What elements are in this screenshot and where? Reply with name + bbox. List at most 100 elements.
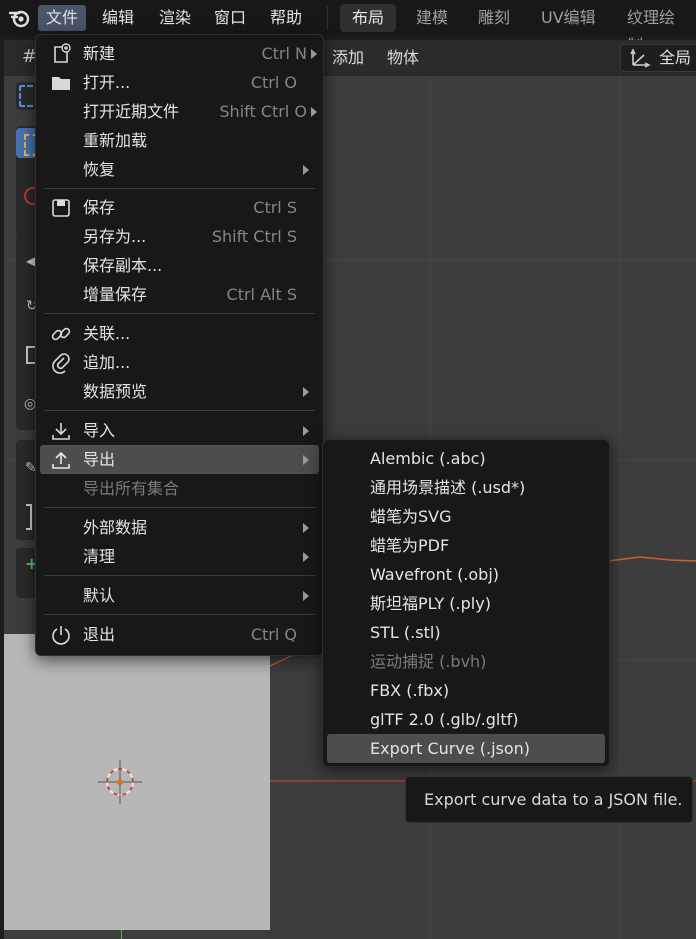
- menu-item-import[interactable]: 导入: [40, 416, 319, 445]
- tooltip: Export curve data to a JSON file.: [405, 776, 693, 823]
- menu-render[interactable]: 渲染: [151, 5, 199, 31]
- menu-item-open[interactable]: 打开... Ctrl O: [40, 68, 319, 97]
- shortcut-text: Shift Ctrl S: [211, 227, 297, 246]
- menu-item-save-as[interactable]: 另存为... Shift Ctrl S: [40, 222, 319, 251]
- menu-item-label: 重新加载: [83, 131, 148, 150]
- export-gltf[interactable]: glTF 2.0 (.glb/.gltf): [327, 705, 605, 734]
- import-icon: [52, 423, 70, 440]
- export-wavefront-obj[interactable]: Wavefront (.obj): [327, 560, 605, 589]
- menu-item-label: 导出: [83, 450, 116, 469]
- blender-logo-icon[interactable]: [8, 7, 32, 29]
- menu-item-label: 导出所有集合: [83, 479, 180, 498]
- export-icon: [52, 451, 70, 469]
- export-bvh: 运动捕捉 (.bvh): [327, 647, 605, 676]
- menu-item-label: 斯坦福PLY (.ply): [370, 594, 491, 613]
- ruler-icon: [26, 504, 32, 530]
- menu-item-save[interactable]: 保存 Ctrl S: [40, 193, 319, 222]
- menu-separator: [44, 188, 315, 189]
- menu-separator: [44, 507, 315, 508]
- tab-uv-editing[interactable]: UV编辑: [529, 4, 608, 32]
- submenu-arrow-icon: [303, 165, 309, 175]
- export-grease-pencil-svg[interactable]: 蜡笔为SVG: [327, 502, 605, 531]
- tab-sculpting[interactable]: 雕刻: [466, 4, 522, 32]
- submenu-arrow-icon: [311, 49, 317, 59]
- menu-item-label: STL (.stl): [370, 623, 441, 642]
- menu-item-save-incremental[interactable]: 增量保存 Ctrl Alt S: [40, 280, 319, 309]
- menu-item-new[interactable]: 新建 Ctrl N: [40, 39, 319, 68]
- append-icon: [52, 353, 70, 374]
- submenu-arrow-icon: [303, 523, 309, 533]
- menu-item-label: 数据预览: [83, 382, 148, 401]
- menu-item-label: 追加...: [83, 353, 131, 372]
- menu-item-open-recent[interactable]: 打开近期文件 Shift Ctrl O: [40, 97, 319, 126]
- menu-item-quit[interactable]: 退出 Ctrl Q: [40, 620, 319, 649]
- menu-item-recover[interactable]: 恢复: [40, 155, 319, 184]
- save-icon: [52, 199, 70, 217]
- menu-item-label: 保存副本...: [83, 256, 163, 275]
- menu-separator: [44, 410, 315, 411]
- submenu-arrow-icon: [311, 107, 317, 117]
- menu-edit[interactable]: 编辑: [94, 5, 142, 31]
- menu-item-export-all-collections: 导出所有集合: [40, 474, 319, 503]
- menu-item-external-data[interactable]: 外部数据: [40, 513, 319, 542]
- menu-item-label: 打开近期文件: [83, 102, 180, 121]
- menu-item-label: 蜡笔为PDF: [370, 536, 450, 555]
- submenu-arrow-icon: [303, 455, 309, 465]
- menu-divider: [327, 6, 328, 30]
- menu-file[interactable]: 文件: [38, 5, 87, 31]
- menu-item-label: 蜡笔为SVG: [370, 507, 452, 526]
- export-stl[interactable]: STL (.stl): [327, 618, 605, 647]
- file-menu-dropdown: 新建 Ctrl N 打开... Ctrl O 打开近期文件 Shift Ctrl…: [35, 34, 324, 656]
- shortcut-text: Ctrl N: [261, 44, 307, 63]
- menu-item-defaults[interactable]: 默认: [40, 581, 319, 610]
- menu-item-data-previews[interactable]: 数据预览: [40, 377, 319, 406]
- shortcut-text: Ctrl Alt S: [226, 285, 297, 304]
- menu-item-label: 导入: [83, 421, 116, 440]
- menu-window[interactable]: 窗口: [206, 5, 254, 31]
- menu-item-label: 新建: [83, 44, 116, 63]
- export-grease-pencil-pdf[interactable]: 蜡笔为PDF: [327, 531, 605, 560]
- tab-layout[interactable]: 布局: [340, 4, 397, 32]
- camera-view-panel[interactable]: [4, 634, 270, 930]
- export-curve-json[interactable]: Export Curve (.json): [327, 734, 605, 763]
- menu-item-label: 退出: [83, 625, 116, 644]
- menu-item-label: 清理: [83, 547, 116, 566]
- shortcut-text: Ctrl O: [250, 73, 297, 92]
- new-file-icon: [54, 43, 71, 63]
- 3d-cursor-icon: [98, 760, 142, 804]
- menu-item-export[interactable]: 导出: [40, 445, 319, 474]
- menu-item-append[interactable]: 追加...: [40, 348, 319, 377]
- menu-item-label: 另存为...: [83, 227, 147, 246]
- tab-texture-paint[interactable]: 纹理绘制: [615, 4, 696, 55]
- menu-item-save-copy[interactable]: 保存副本...: [40, 251, 319, 280]
- tab-modeling[interactable]: 建模: [404, 4, 460, 32]
- menu-item-label: glTF 2.0 (.glb/.gltf): [370, 710, 519, 729]
- menu-item-revert[interactable]: 重新加载: [40, 126, 319, 155]
- export-stanford-ply[interactable]: 斯坦福PLY (.ply): [327, 589, 605, 618]
- submenu-arrow-icon: [303, 387, 309, 397]
- menu-item-link[interactable]: 关联...: [40, 319, 319, 348]
- menu-help[interactable]: 帮助: [262, 5, 310, 31]
- menu-separator: [44, 313, 315, 314]
- menu-item-label: 运动捕捉 (.bvh): [370, 652, 487, 671]
- link-icon: [51, 327, 71, 341]
- shortcut-text: Ctrl S: [253, 198, 297, 217]
- export-alembic[interactable]: Alembic (.abc): [327, 444, 605, 473]
- menu-separator: [44, 575, 315, 576]
- menu-item-label: FBX (.fbx): [370, 681, 450, 700]
- folder-icon: [52, 77, 70, 90]
- export-submenu: Alembic (.abc) 通用场景描述 (.usd*) 蜡笔为SVG 蜡笔为…: [322, 439, 610, 767]
- shortcut-text: Ctrl Q: [250, 625, 297, 644]
- menu-item-clean-up[interactable]: 清理: [40, 542, 319, 571]
- export-fbx[interactable]: FBX (.fbx): [327, 676, 605, 705]
- menu-item-label: 通用场景描述 (.usd*): [370, 478, 526, 497]
- y-axis-line: [121, 930, 122, 939]
- shortcut-text: Shift Ctrl O: [219, 102, 307, 121]
- menu-item-label: 外部数据: [83, 518, 148, 537]
- menu-separator: [44, 614, 315, 615]
- menu-item-label: Alembic (.abc): [370, 449, 486, 468]
- menu-item-label: Wavefront (.obj): [370, 565, 500, 584]
- export-usd[interactable]: 通用场景描述 (.usd*): [327, 473, 605, 502]
- power-icon: [52, 626, 70, 645]
- curve-segment: [607, 556, 696, 562]
